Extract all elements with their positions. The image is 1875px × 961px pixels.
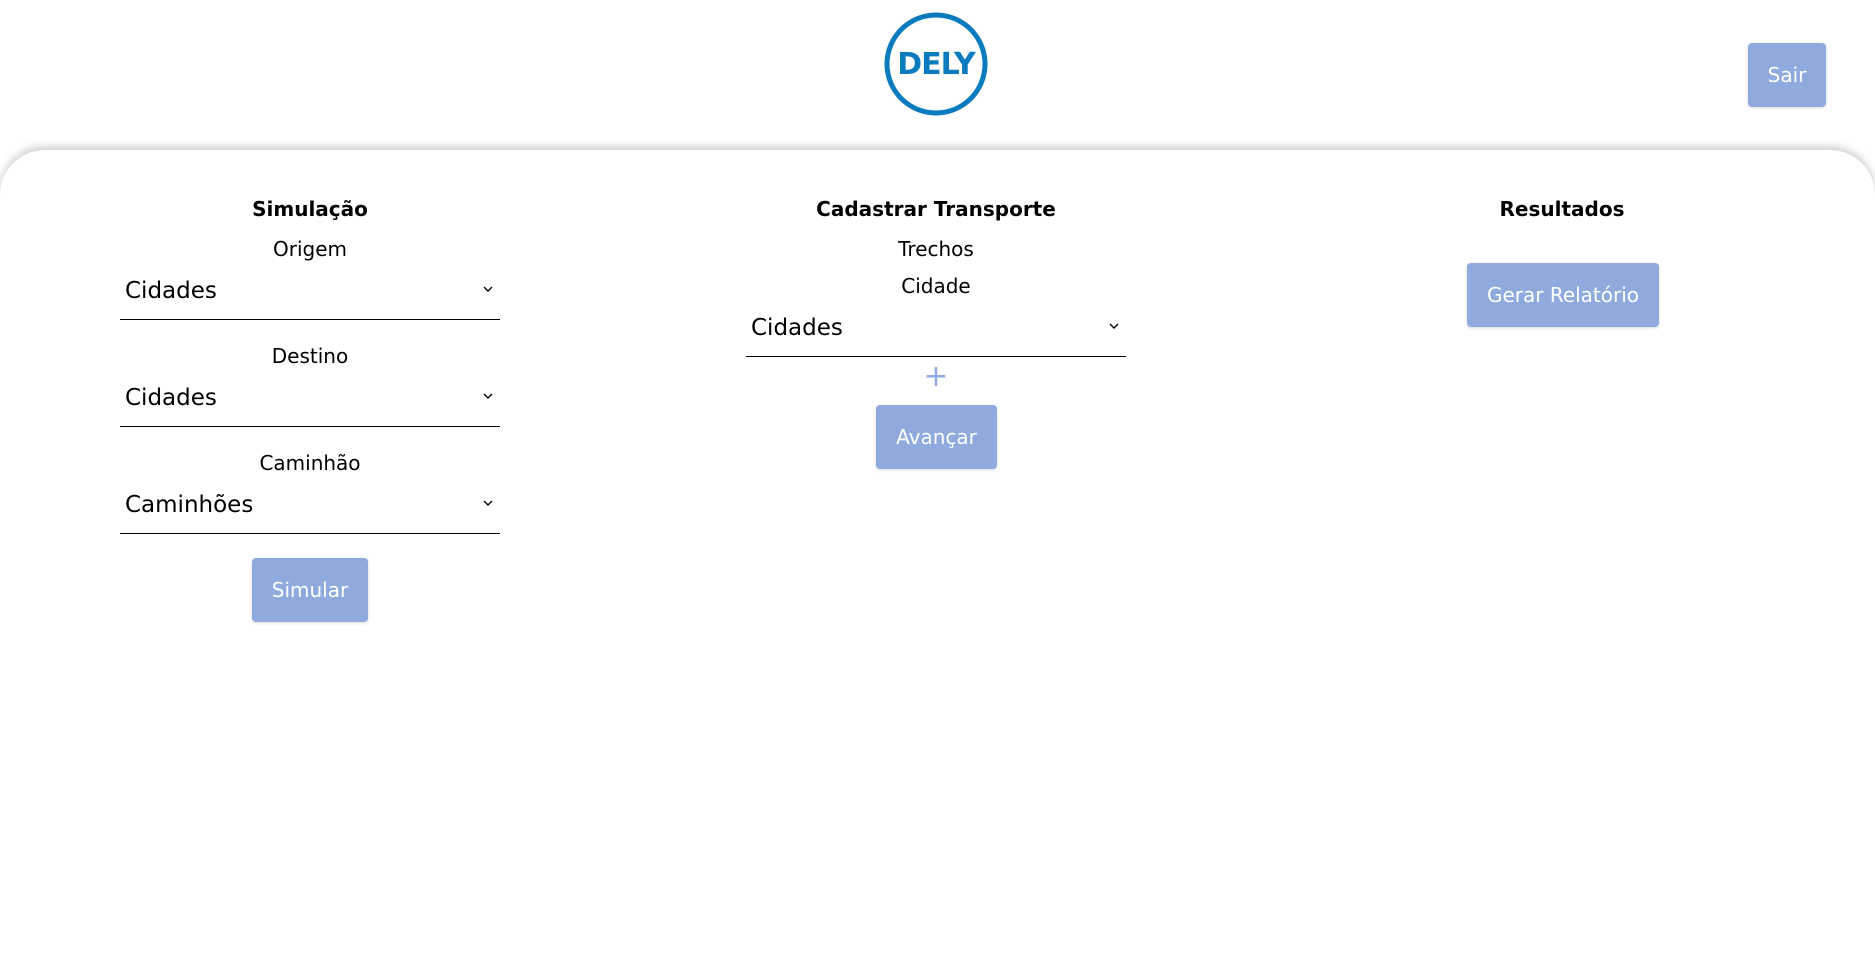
segments-label: Trechos [898,237,974,261]
chevron-down-icon [483,500,493,506]
destination-select[interactable]: Cidades [120,377,500,427]
chevron-down-icon [483,286,493,292]
truck-label: Caminhão [259,451,361,475]
logo-text: DELY [897,47,977,82]
truck-select[interactable]: Caminhões [120,484,500,534]
city-select-value: Cidades [751,315,843,341]
city-select[interactable]: Cidades [746,307,1126,357]
origin-select[interactable]: Cidades [120,270,500,320]
origin-select-value: Cidades [125,278,217,304]
truck-select-value: Caminhões [125,492,254,518]
simulation-title: Simulação [252,197,368,221]
plus-icon: + [923,359,949,394]
logout-button[interactable]: Sair [1748,43,1826,107]
simulate-button[interactable]: Simular [252,558,368,622]
results-title: Resultados [1499,197,1625,221]
add-segment-button[interactable]: + [746,362,1126,392]
chevron-down-icon [483,393,493,399]
register-transport-title: Cadastrar Transporte [816,197,1056,221]
chevron-down-icon [1109,323,1119,329]
generate-report-button[interactable]: Gerar Relatório [1467,263,1659,327]
top-bar: DELY Sair [0,0,1875,150]
advance-button[interactable]: Avançar [876,405,997,469]
destination-select-value: Cidades [125,385,217,411]
origin-label: Origem [272,237,347,261]
city-label: Cidade [901,274,971,298]
main-panel: Simulação Origem Cidades Destino Cidades… [0,150,1875,961]
dely-logo: DELY [883,11,989,117]
destination-label: Destino [271,344,349,368]
